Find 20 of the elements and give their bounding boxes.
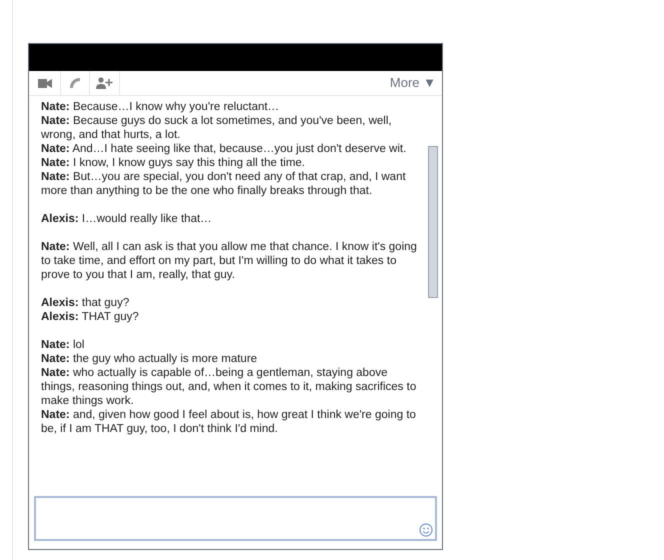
- chat-message: Nate: But…you are special, you don't need any of that crap, and, I want more than anything to be the one who finally breaks through that.: [41, 170, 407, 198]
- chat-message: Nate: who actually is capable of…being a gentleman, staying above things, reasoning things out, and, when it comes to it, making sacrifices to make things work.: [41, 366, 418, 408]
- chat-message: Nate: Because…I know why you're reluctant…: [41, 100, 280, 114]
- chat-message: Alexis: THAT guy?: [41, 310, 140, 324]
- chat-message: Nate: lol: [41, 338, 86, 352]
- chat-message: Nate: I know, I know guys say this thing all the time.: [41, 156, 306, 170]
- chat-message: Nate: the guy who actually is more mature: [41, 352, 258, 366]
- scrollbar-thumb[interactable]: [428, 146, 438, 298]
- more-menu-button[interactable]: More ▼: [390, 73, 442, 93]
- chat-message: Nate: and, given how good I feel about is, how great I think we're going to be, if I am THAT guy, too, I don't think I'd mind.: [41, 408, 417, 436]
- video-camera-icon: [38, 78, 52, 88]
- chat-message: Nate: And…I hate seeing like that, because…you just don't deserve wit.: [41, 142, 408, 156]
- chat-message: Alexis: that guy?: [41, 296, 130, 310]
- message-input-field[interactable]: [34, 496, 437, 541]
- chat-message: Nate: Because guys do suck a lot sometimes, and you've been, well, wrong, and that hurts, a lot.: [41, 114, 393, 142]
- smiley-icon[interactable]: [419, 523, 433, 537]
- phone-icon: [69, 77, 81, 89]
- chat-message: Nate: Well, all I can ask is that you allow me that chance. I know it's going to take time, and effort on my part, but I'm willing to do what it takes to prove to you that I am, really, that guy.: [41, 240, 418, 282]
- add-person-icon: [96, 77, 114, 89]
- chat-message: Alexis: I…would really like that…: [41, 212, 213, 226]
